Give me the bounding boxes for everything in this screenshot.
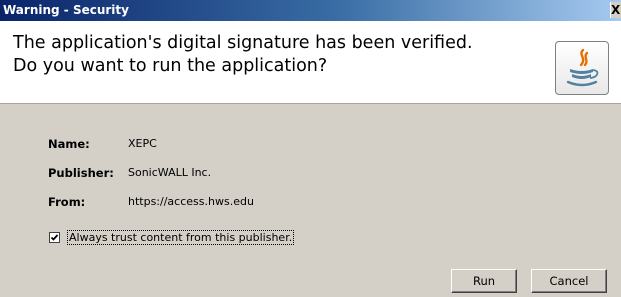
detail-value: SonicWALL Inc. bbox=[128, 166, 212, 179]
run-button[interactable]: Run bbox=[451, 269, 517, 293]
headline: The application's digital signature has … bbox=[13, 32, 533, 78]
detail-value: https://access.hws.edu bbox=[128, 195, 254, 208]
java-cup-icon bbox=[555, 41, 609, 95]
headline-line-2: Do you want to run the application? bbox=[13, 56, 328, 76]
trust-checkbox[interactable] bbox=[49, 232, 60, 243]
headline-line-1: The application's digital signature has … bbox=[13, 33, 473, 53]
detail-label: From: bbox=[48, 195, 86, 209]
detail-label: Publisher: bbox=[48, 166, 114, 180]
close-button[interactable]: X bbox=[610, 2, 621, 18]
window-title: Warning - Security bbox=[3, 3, 129, 17]
trust-checkbox-label[interactable]: Always trust content from this publisher… bbox=[67, 230, 295, 245]
cancel-button[interactable]: Cancel bbox=[531, 269, 607, 293]
detail-label: Name: bbox=[48, 137, 90, 151]
detail-value: XEPC bbox=[128, 137, 157, 150]
checkmark-icon bbox=[50, 234, 59, 241]
dialog-header: The application's digital signature has … bbox=[0, 21, 621, 104]
title-bar: Warning - Security X bbox=[0, 0, 621, 21]
